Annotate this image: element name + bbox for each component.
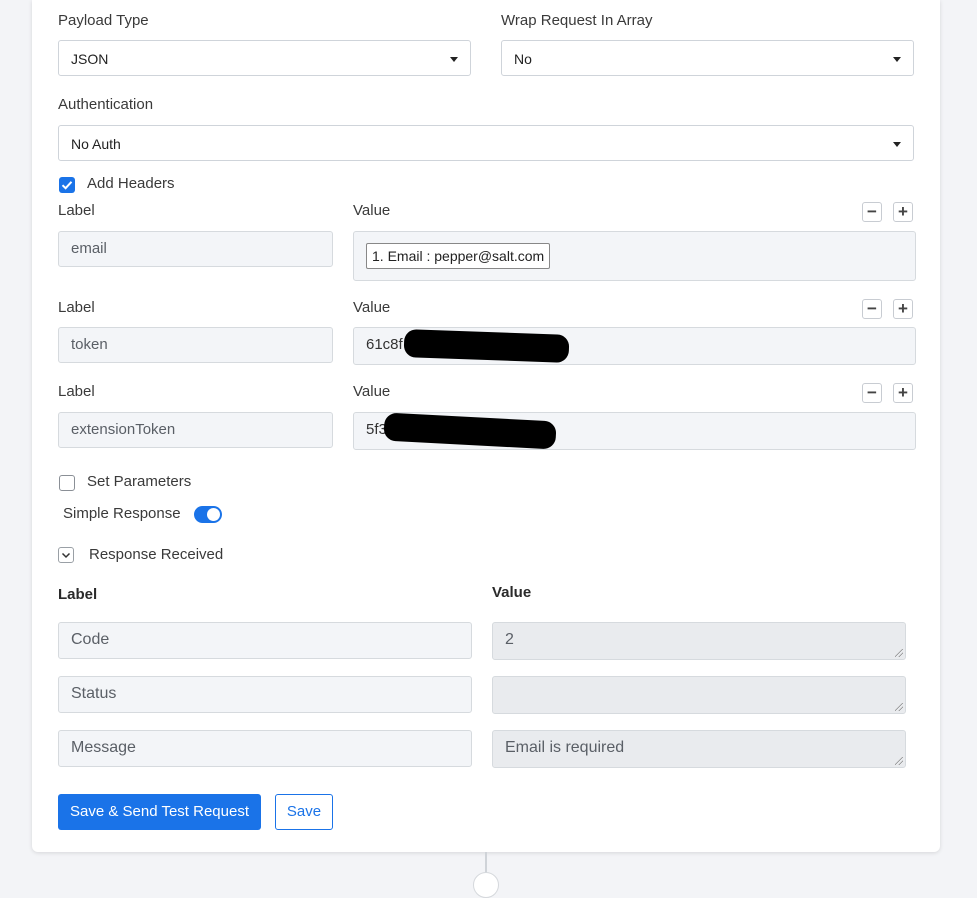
response-label-text: Code (71, 631, 110, 648)
header-label-field[interactable]: token (58, 327, 333, 363)
response-received-label: Response Received (89, 546, 224, 563)
caret-down-icon (450, 57, 458, 62)
request-settings-card: Payload Type JSON Wrap Request In Array … (32, 0, 940, 852)
header-label-heading: Label (58, 383, 95, 400)
add-header-button[interactable]: + (893, 202, 913, 222)
redaction-mark (403, 329, 570, 363)
chevron-down-icon (61, 552, 71, 559)
response-label-text: Status (71, 685, 117, 702)
resize-handle-icon[interactable] (895, 649, 903, 657)
header-label-heading: Label (58, 202, 95, 219)
header-value-heading: Value (353, 299, 391, 316)
remove-header-button[interactable]: − (862, 383, 882, 403)
response-value-text: Email is required (505, 739, 625, 756)
save-send-test-request-button[interactable]: Save & Send Test Request (58, 794, 261, 830)
wrap-request-select[interactable]: No (501, 40, 914, 76)
wrap-request-label: Wrap Request In Array (501, 12, 653, 29)
header-value-heading: Value (353, 202, 391, 219)
remove-header-button[interactable]: − (862, 202, 882, 222)
payload-type-value: JSON (71, 51, 109, 67)
header-value-field[interactable]: 1. Email : pepper@salt.com (353, 231, 916, 281)
authentication-select[interactable]: No Auth (58, 125, 914, 161)
authentication-label: Authentication (58, 96, 154, 113)
header-label-field[interactable]: email (58, 231, 333, 267)
response-label-heading: Label (58, 586, 98, 603)
payload-type-label: Payload Type (58, 12, 149, 29)
flow-connector-node[interactable] (473, 872, 499, 898)
set-parameters-checkbox[interactable] (59, 475, 75, 491)
header-label-text: email (71, 240, 107, 257)
response-value-heading: Value (492, 584, 532, 601)
toggle-knob (207, 508, 220, 521)
simple-response-toggle[interactable] (194, 506, 222, 523)
response-label-field[interactable]: Code (58, 622, 472, 659)
response-label-field[interactable]: Message (58, 730, 472, 767)
add-headers-label: Add Headers (87, 175, 175, 192)
resize-handle-icon[interactable] (895, 757, 903, 765)
response-value-field[interactable]: Email is required (492, 730, 906, 768)
email-tag-chip[interactable]: 1. Email : pepper@salt.com (366, 243, 551, 269)
resize-handle-icon[interactable] (895, 703, 903, 711)
header-label-text: extensionToken (71, 421, 176, 438)
check-icon (61, 181, 73, 190)
remove-header-button[interactable]: − (862, 299, 882, 319)
header-label-field[interactable]: extensionToken (58, 412, 333, 448)
caret-down-icon (893, 142, 901, 147)
header-value-text: 61c8f (366, 336, 403, 353)
response-received-collapse-button[interactable] (58, 547, 74, 563)
header-label-heading: Label (58, 299, 95, 316)
authentication-value: No Auth (71, 136, 121, 152)
wrap-request-value: No (514, 51, 532, 67)
simple-response-label: Simple Response (63, 505, 181, 522)
response-value-text: 2 (505, 631, 514, 648)
header-label-text: token (71, 336, 108, 353)
response-value-field[interactable] (492, 676, 906, 714)
add-header-button[interactable]: + (893, 299, 913, 319)
response-value-field[interactable]: 2 (492, 622, 906, 660)
response-label-field[interactable]: Status (58, 676, 472, 713)
set-parameters-label: Set Parameters (87, 473, 192, 490)
add-headers-checkbox[interactable] (59, 177, 75, 193)
payload-type-select[interactable]: JSON (58, 40, 471, 76)
header-value-heading: Value (353, 383, 391, 400)
response-label-text: Message (71, 739, 136, 756)
add-header-button[interactable]: + (893, 383, 913, 403)
save-button[interactable]: Save (275, 794, 333, 830)
caret-down-icon (893, 57, 901, 62)
